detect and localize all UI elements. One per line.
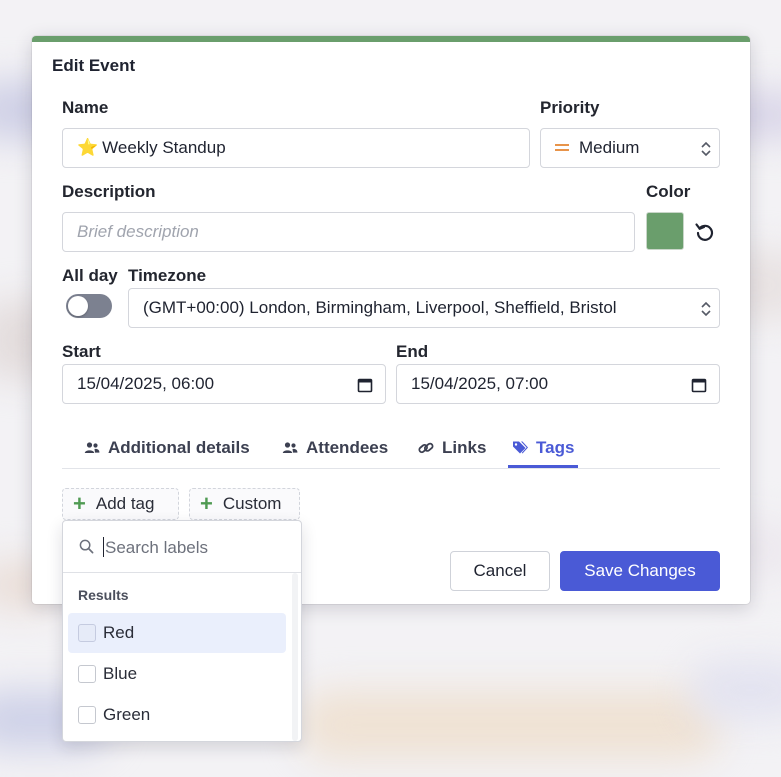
calendar-icon[interactable] (357, 377, 373, 393)
reset-color-icon[interactable] (693, 220, 717, 244)
equals-icon (555, 138, 569, 158)
tab-label: Links (442, 438, 487, 457)
end-label: End (396, 342, 429, 361)
name-label: Name (62, 98, 109, 117)
add-tag-label: Add tag (95, 494, 155, 513)
option-blue[interactable]: Blue (68, 654, 286, 694)
option-green[interactable]: Green (68, 695, 286, 735)
text-caret (103, 537, 104, 557)
option-red[interactable]: Red (68, 613, 286, 653)
priority-value: Medium (579, 138, 640, 157)
option-label: Blue (103, 664, 138, 683)
tab-links[interactable]: Links (414, 430, 490, 466)
priority-label: Priority (540, 98, 600, 117)
description-label: Description (62, 182, 156, 201)
option-label: Red (103, 623, 135, 642)
option-checkbox[interactable] (78, 665, 96, 683)
plus-icon: + (73, 491, 86, 516)
option-checkbox[interactable] (78, 624, 96, 642)
color-label: Color (646, 182, 691, 201)
timezone-label: Timezone (128, 266, 207, 285)
custom-label: Custom (222, 494, 282, 513)
end-datetime-input[interactable]: 15/04/2025, 07:00 (396, 364, 720, 404)
link-icon (418, 442, 434, 454)
tab-additional-details[interactable]: Additional details (80, 430, 254, 466)
name-value: Weekly Standup (102, 138, 226, 157)
cancel-button[interactable]: Cancel (450, 551, 550, 591)
search-icon (79, 539, 94, 554)
all-day-label: All day (62, 266, 118, 285)
description-placeholder: Brief description (77, 222, 199, 241)
tab-label: Attendees (306, 438, 389, 457)
description-input[interactable]: Brief description (62, 212, 635, 252)
users-icon (84, 442, 100, 453)
end-value: 15/04/2025, 07:00 (411, 374, 549, 393)
chevron-updown-icon (701, 141, 711, 157)
edit-event-modal: Edit Event Name ⭐ Weekly Standup Priorit… (32, 36, 750, 604)
label-search-input[interactable] (103, 535, 287, 561)
results-heading: Results (78, 587, 129, 603)
timezone-select[interactable]: (GMT+00:00) London, Birmingham, Liverpoo… (128, 288, 720, 328)
custom-tag-button[interactable]: + Custom (189, 488, 300, 520)
modal-title: Edit Event (52, 56, 136, 75)
color-swatch[interactable] (646, 212, 684, 250)
start-label: Start (62, 342, 101, 361)
tag-dropdown: Results Red Blue Green (62, 520, 302, 742)
calendar-icon[interactable] (691, 377, 707, 393)
all-day-toggle[interactable] (66, 294, 112, 318)
add-tag-button[interactable]: + Add tag (62, 488, 179, 520)
users-icon (282, 442, 298, 453)
chevron-updown-icon (701, 301, 711, 317)
save-changes-button[interactable]: Save Changes (560, 551, 720, 591)
plus-icon: + (200, 491, 213, 516)
option-label: Green (103, 705, 151, 724)
tab-label: Additional details (108, 438, 250, 457)
event-tabs: Additional details Attendees Links Tags (62, 430, 720, 469)
tab-attendees[interactable]: Attendees (278, 430, 392, 466)
tab-label: Tags (536, 437, 575, 457)
tags-icon (513, 441, 528, 453)
label-search-row (63, 521, 301, 573)
toggle-knob (68, 296, 88, 316)
start-datetime-input[interactable]: 15/04/2025, 06:00 (62, 364, 386, 404)
priority-select[interactable]: Medium (540, 128, 720, 168)
timezone-value: (GMT+00:00) London, Birmingham, Liverpoo… (143, 298, 617, 317)
tab-tags[interactable]: Tags (508, 430, 579, 468)
name-input[interactable]: ⭐ Weekly Standup (62, 128, 530, 168)
dropdown-scrollbar[interactable] (292, 573, 298, 741)
option-checkbox[interactable] (78, 706, 96, 724)
start-value: 15/04/2025, 06:00 (77, 374, 215, 393)
star-icon: ⭐ (77, 138, 99, 157)
